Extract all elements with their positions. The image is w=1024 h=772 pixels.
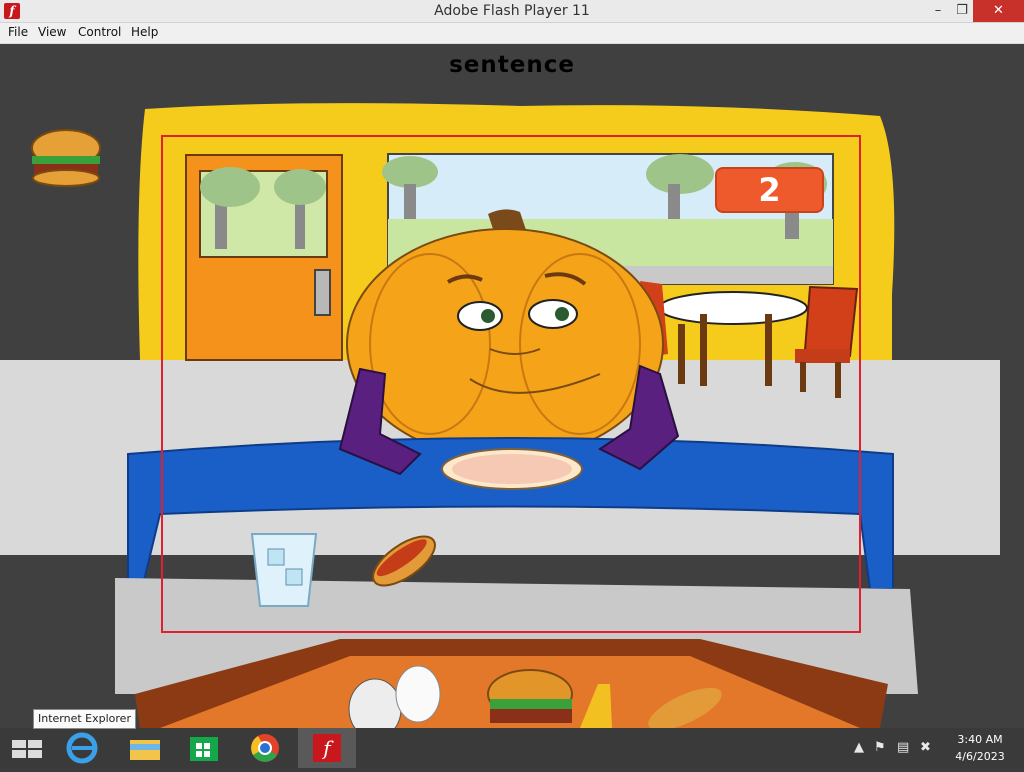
- window-title: Adobe Flash Player 11: [434, 3, 590, 19]
- menu-view[interactable]: View: [38, 25, 66, 39]
- show-hidden-icons-icon[interactable]: ▲: [854, 740, 864, 755]
- pepper-shaker-icon: [395, 665, 441, 723]
- flash-stage: sentence 2: [0, 44, 1024, 728]
- menu-file[interactable]: File: [8, 25, 28, 39]
- menu-control[interactable]: Control: [78, 25, 121, 39]
- windows-start-icon[interactable]: [0, 728, 58, 768]
- taskbar-tooltip: Internet Explorer: [33, 709, 136, 729]
- network-icon[interactable]: ▤: [897, 740, 909, 755]
- action-center-icon[interactable]: ⚑: [874, 740, 886, 755]
- flash-player-icon[interactable]: f: [298, 728, 356, 768]
- menu-help[interactable]: Help: [131, 25, 158, 39]
- chrome-icon[interactable]: [236, 728, 294, 768]
- clock-time[interactable]: 3:40 AM: [950, 733, 1010, 746]
- title-bar: f Adobe Flash Player 11 – ❐ ✕: [0, 0, 1024, 23]
- file-explorer-icon[interactable]: [116, 728, 174, 768]
- drop-target-area[interactable]: [161, 135, 861, 633]
- burger-menu-icon: [31, 129, 101, 187]
- taskbar: f: [0, 728, 1024, 768]
- windows-store-icon[interactable]: [174, 728, 232, 768]
- clock-date[interactable]: 4/6/2023: [950, 750, 1010, 763]
- internet-explorer-icon[interactable]: [58, 728, 116, 768]
- volume-muted-icon[interactable]: ✖: [920, 740, 931, 755]
- close-button[interactable]: ✕: [973, 0, 1024, 22]
- menu-bar: File View Control Help: [0, 23, 1024, 44]
- game-title: sentence: [449, 52, 575, 78]
